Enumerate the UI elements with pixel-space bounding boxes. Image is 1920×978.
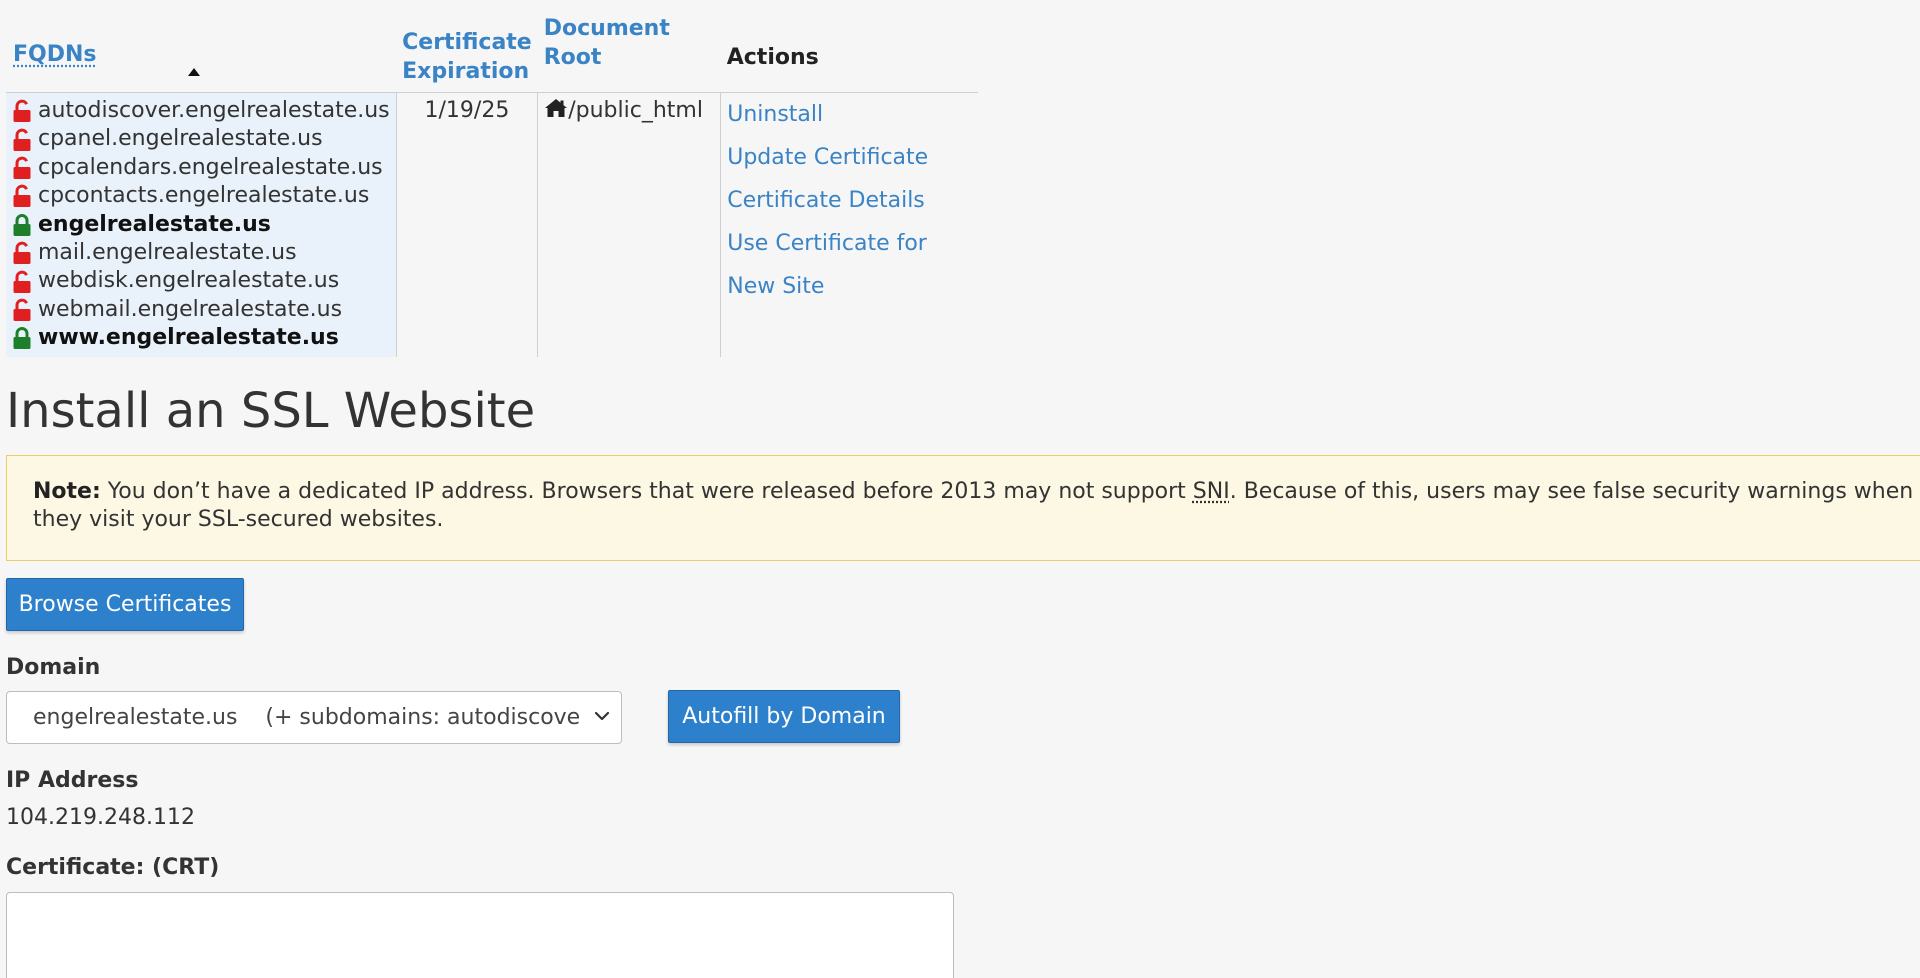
certificate-details-link[interactable]: Certificate Details — [727, 179, 972, 222]
actions-cell: Uninstall Update Certificate Certificate… — [721, 93, 978, 357]
fqdn-item: cpcalendars.engelrealestate.us — [12, 154, 390, 182]
update-certificate-link[interactable]: Update Certificate — [727, 136, 972, 179]
fqdn-item: engelrealestate.us — [12, 211, 390, 239]
fqdn-name: webdisk.engelrealestate.us — [38, 267, 339, 295]
unlock-icon — [12, 241, 32, 265]
home-icon — [544, 97, 568, 119]
fqdn-list: autodiscover.engelrealestate.us cpanel.en… — [6, 93, 396, 357]
domain-label: Domain — [6, 655, 100, 680]
chevron-down-icon[interactable] — [593, 707, 611, 725]
cert-expiration-header-line1[interactable]: Certificate — [402, 30, 532, 55]
unlock-icon — [12, 184, 32, 208]
fqdn-name: mail.engelrealestate.us — [38, 239, 297, 267]
browse-certificates-button[interactable]: Browse Certificates — [6, 578, 244, 631]
cert-expiration-header-line2[interactable]: Expiration — [402, 59, 529, 84]
fqdn-item: cpanel.engelrealestate.us — [12, 125, 390, 153]
document-root-header[interactable]: Document Root — [538, 10, 721, 93]
expiration-date: 1/19/25 — [396, 93, 538, 357]
autofill-by-domain-button[interactable]: Autofill by Domain — [668, 690, 900, 743]
fqdn-name: cpcalendars.engelrealestate.us — [38, 154, 383, 182]
lock-icon — [12, 213, 32, 237]
installed-ssl-table: FQDNs Certificate Expiration Document Ro… — [6, 10, 978, 357]
table-row: autodiscover.engelrealestate.us cpanel.en… — [6, 93, 978, 357]
certificate-crt-label: Certificate: (CRT) — [6, 855, 219, 880]
fqdn-item: autodiscover.engelrealestate.us — [12, 97, 390, 125]
fqdn-item: webdisk.engelrealestate.us — [12, 267, 390, 295]
fqdn-item: www.engelrealestate.us — [12, 324, 390, 352]
unlock-icon — [12, 270, 32, 294]
fqdn-item: cpcontacts.engelrealestate.us — [12, 182, 390, 210]
ip-address-value: 104.219.248.112 — [6, 805, 195, 830]
fqdn-item: mail.engelrealestate.us — [12, 239, 390, 267]
fqdn-name: webmail.engelrealestate.us — [38, 296, 342, 324]
fqdn-item: webmail.engelrealestate.us — [12, 296, 390, 324]
ip-address-label: IP Address — [6, 768, 138, 793]
unlock-icon — [12, 99, 32, 123]
use-certificate-for-new-site-link[interactable]: Use Certificate for New Site — [727, 222, 972, 308]
certificate-crt-textarea[interactable] — [6, 892, 954, 978]
install-ssl-title: Install an SSL Website — [6, 378, 535, 444]
sni-abbreviation: SNI — [1193, 479, 1230, 504]
sort-ascending-icon — [188, 68, 200, 76]
fqdn-name: engelrealestate.us — [38, 211, 271, 239]
document-root-path: /public_html — [568, 98, 703, 123]
certificate-expiration-header[interactable]: Certificate Expiration — [396, 10, 538, 93]
ssl-manager-page: FQDNs Certificate Expiration Document Ro… — [0, 0, 1920, 978]
lock-icon — [12, 326, 32, 350]
note-label: Note: — [33, 479, 101, 504]
note-text-part1: You don’t have a dedicated IP address. B… — [101, 479, 1193, 504]
unlock-icon — [12, 156, 32, 180]
domain-select[interactable]: engelrealestate.us (+ subdomains: autodi… — [6, 691, 622, 744]
fqdn-name: autodiscover.engelrealestate.us — [38, 97, 390, 125]
unlock-icon — [12, 128, 32, 152]
document-root-cell: /public_html — [538, 93, 721, 357]
sni-warning-note: Note: You don’t have a dedicated IP addr… — [6, 455, 1920, 561]
fqdn-name: cpanel.engelrealestate.us — [38, 125, 323, 153]
fqdn-name: cpcontacts.engelrealestate.us — [38, 182, 369, 210]
fqdns-sort-link[interactable]: FQDNs — [13, 40, 97, 69]
fqdns-header[interactable]: FQDNs — [6, 10, 396, 93]
actions-header: Actions — [721, 10, 978, 93]
uninstall-link[interactable]: Uninstall — [727, 93, 972, 136]
domain-select-value[interactable]: engelrealestate.us (+ subdomains: autodi… — [33, 705, 581, 730]
fqdn-name: www.engelrealestate.us — [38, 324, 339, 352]
unlock-icon — [12, 298, 32, 322]
